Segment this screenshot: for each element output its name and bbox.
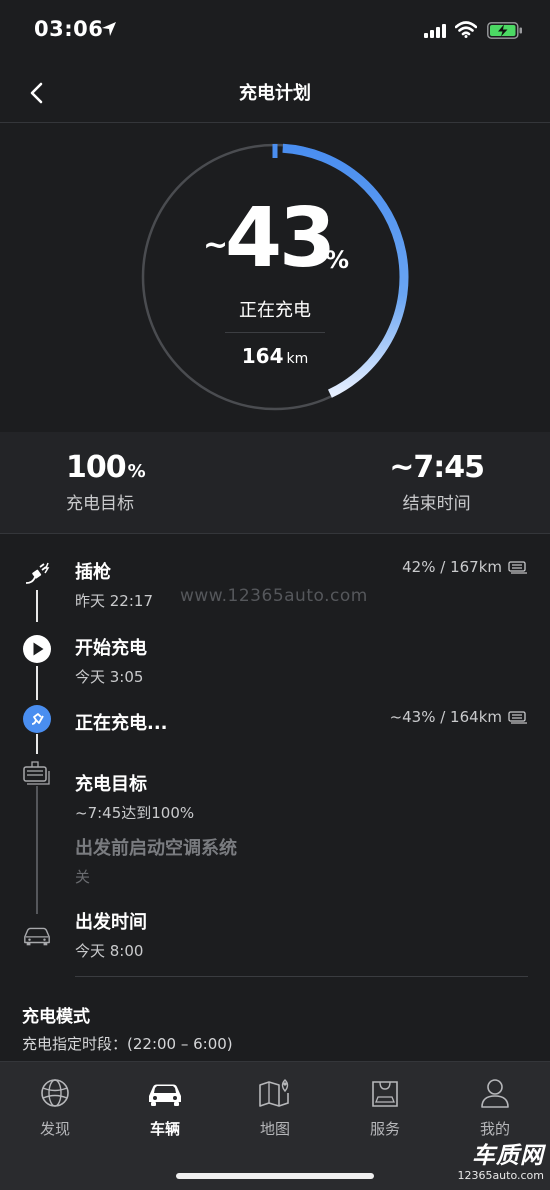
percent-unit: %	[325, 246, 350, 274]
timeline-subtitle: 今天 8:00	[75, 942, 144, 960]
wifi-icon	[455, 21, 477, 38]
location-arrow-icon	[102, 22, 116, 36]
target-unit: %	[127, 461, 146, 482]
battery-percent: 43	[225, 191, 336, 286]
tab-label: 服务	[369, 1120, 400, 1138]
charge-target-summary: 100% 充电目标	[66, 450, 146, 514]
end-time-summary: ~7:45 结束时间	[389, 450, 485, 514]
charging-icon	[22, 704, 52, 734]
timeline-subtitle: 关	[75, 868, 91, 886]
timeline-title: 出发时间	[75, 912, 147, 933]
charge-summary: 100% 充电目标 ~7:45 结束时间	[0, 432, 550, 534]
timeline-connector	[36, 590, 38, 622]
charge-mode-subtitle: 充电指定时段：(22:00 – 6:00)	[22, 1035, 233, 1053]
car-icon	[120, 1076, 210, 1110]
tab-vehicle[interactable]: 车辆	[120, 1076, 210, 1139]
timeline-title: 开始充电	[75, 638, 147, 659]
car-icon	[22, 920, 52, 950]
tab-label: 地图	[259, 1120, 290, 1138]
target-label: 充电目标	[66, 494, 134, 514]
map-icon	[230, 1076, 320, 1110]
charging-status: 正在充电	[239, 300, 311, 321]
play-icon	[22, 634, 52, 664]
charge-gauge: ~ 43 % 正在充电 164 km	[0, 124, 550, 432]
plug-icon	[22, 558, 52, 588]
timeline-title: 正在充电...	[75, 713, 168, 734]
watermark-text: www.12365auto.com	[180, 586, 368, 606]
brand-url: 12365auto.com	[457, 1169, 544, 1182]
gauge-divider	[225, 332, 325, 333]
timeline-subtitle: ~7:45达到100%	[75, 804, 195, 822]
timeline-connector	[36, 786, 38, 914]
globe-icon	[10, 1076, 100, 1110]
tab-label: 车辆	[149, 1120, 180, 1138]
range-value: 164	[241, 344, 284, 368]
range-unit: km	[286, 351, 309, 367]
timeline-right-text: 42% / 167km	[402, 558, 502, 576]
brand-name: 车质网	[472, 1143, 544, 1169]
status-bar: 03:06	[0, 0, 550, 60]
section-divider	[75, 976, 528, 977]
tab-service[interactable]: 服务	[340, 1076, 430, 1139]
timeline-title: 插枪	[75, 562, 111, 583]
charge-mode-title[interactable]: 充电模式	[22, 1002, 90, 1027]
tab-label: 发现	[39, 1120, 70, 1138]
battery-icon	[508, 561, 527, 574]
tab-map[interactable]: 地图	[230, 1076, 320, 1139]
timeline-right-text: ~43% / 164km	[389, 708, 502, 726]
timeline-title: 出发前启动空调系统	[75, 838, 237, 859]
timeline-subtitle: 昨天 22:17	[75, 592, 153, 610]
timeline-title: 充电目标	[75, 774, 147, 795]
battery-icon	[508, 711, 527, 724]
timeline-right-info: ~43% / 164km	[390, 708, 528, 726]
timeline-subtitle: 今天 3:05	[75, 668, 144, 686]
tab-label: 我的	[479, 1120, 510, 1138]
shopping-bag-icon	[340, 1076, 430, 1110]
tab-discover[interactable]: 发现	[10, 1076, 100, 1139]
tab-profile[interactable]: 我的	[450, 1076, 540, 1139]
timeline-connector	[36, 666, 38, 700]
cellular-signal-icon	[424, 24, 446, 38]
range-readout: 164 km	[0, 344, 550, 368]
gauge-start-marker	[272, 144, 278, 158]
timeline-connector	[36, 734, 38, 754]
charge-target-icon	[22, 758, 52, 788]
home-indicator[interactable]	[176, 1173, 374, 1179]
person-icon	[450, 1076, 540, 1110]
page-title: 充电计划	[239, 83, 311, 104]
end-time-label: 结束时间	[402, 494, 471, 514]
end-time-value: ~7:45	[389, 450, 485, 485]
timeline-right-info: 42% / 167km	[402, 558, 528, 576]
brand-logo: 车质网 12365auto.com	[457, 1143, 544, 1183]
target-value: 100	[66, 450, 127, 485]
nav-header: 充电计划	[0, 60, 550, 123]
status-time: 03:06	[34, 17, 104, 41]
battery-charging-icon	[487, 22, 522, 39]
